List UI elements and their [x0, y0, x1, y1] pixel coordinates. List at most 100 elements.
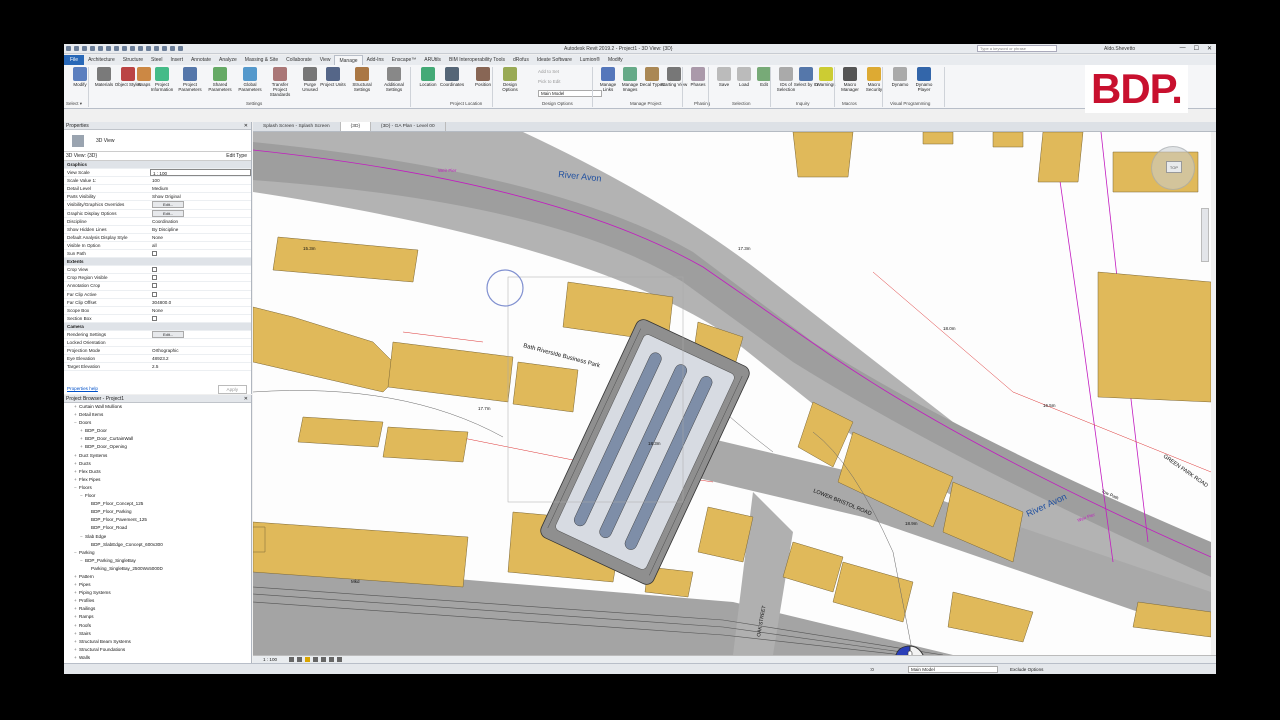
detail-level-icon[interactable] — [289, 657, 294, 662]
property-value[interactable]: 48923.2 — [150, 355, 251, 362]
checkbox[interactable] — [152, 251, 157, 257]
measure-icon[interactable] — [122, 46, 127, 51]
property-value[interactable]: Coordination — [150, 218, 251, 225]
property-value[interactable]: Show Original — [150, 193, 251, 200]
transfer-project-standards-button[interactable]: Transfer Project Standards — [266, 67, 294, 97]
tab-structure[interactable]: Structure — [119, 55, 147, 65]
property-checkbox[interactable] — [150, 266, 251, 273]
browser-tree-item[interactable]: + Profiles — [64, 597, 251, 605]
open-icon[interactable] — [74, 46, 79, 51]
checkbox[interactable] — [152, 283, 157, 289]
property-value[interactable]: Orthographic — [150, 347, 251, 354]
browser-tree-item[interactable]: + BDP_Door_CurtainWall — [64, 435, 251, 443]
close-icon[interactable]: ✕ — [1207, 45, 1212, 52]
ribbon-group-label[interactable]: Select ▾ — [66, 101, 82, 107]
edit-button[interactable]: Edit... — [152, 201, 185, 209]
structural-settings-button[interactable]: Structural Settings — [348, 67, 376, 92]
browser-tree-item[interactable]: + Pipes — [64, 581, 251, 589]
browser-tree-item[interactable]: BDP_SlabEdge_Concept_600x300 — [64, 541, 251, 549]
sun-path-icon[interactable] — [305, 657, 310, 662]
browser-tree-item[interactable]: − Slab Edge — [64, 533, 251, 541]
search-input[interactable]: Type a keyword or phrase — [977, 45, 1057, 52]
tab-collaborate[interactable]: Collaborate — [282, 55, 316, 65]
browser-tree-item[interactable]: + Ducts — [64, 460, 251, 468]
browser-tree-item[interactable]: + Flex Ducts — [64, 468, 251, 476]
property-value[interactable]: 2.5 — [150, 363, 251, 370]
tab-analyze[interactable]: Analyze — [215, 55, 241, 65]
temporary-hide-icon[interactable] — [337, 657, 342, 662]
checkbox[interactable] — [152, 315, 157, 321]
browser-tree-item[interactable]: + Stairs — [64, 630, 251, 638]
browser-tree-item[interactable]: + Structural Foundations — [64, 646, 251, 654]
project-units-button[interactable]: Project Units — [319, 67, 347, 87]
property-checkbox[interactable] — [150, 274, 251, 281]
save-icon[interactable] — [82, 46, 87, 51]
close-icon[interactable]: ✕ — [244, 395, 248, 403]
redo-icon[interactable] — [106, 46, 111, 51]
pick-to-edit-button[interactable]: Pick to Edit — [538, 79, 561, 84]
exclude-options-toggle[interactable]: Exclude Options — [1010, 664, 1043, 674]
tab-insert[interactable]: Insert — [166, 55, 187, 65]
app-menu-icon[interactable] — [66, 46, 71, 51]
workset-selector[interactable]: Main Model — [908, 666, 998, 673]
tab-lumion[interactable]: Lumion® — [576, 55, 604, 65]
properties-help-link[interactable]: Properties help — [67, 384, 98, 394]
property-edit-button[interactable]: Edit... — [150, 201, 251, 209]
property-checkbox[interactable] — [150, 250, 251, 257]
property-checkbox[interactable] — [150, 282, 251, 289]
browser-tree-item[interactable]: + Flex Pipes — [64, 476, 251, 484]
property-value[interactable]: Medium — [150, 185, 251, 192]
property-edit-button[interactable]: Edit... — [150, 209, 251, 217]
edit-button[interactable]: Edit... — [152, 330, 185, 338]
property-category[interactable]: Camera — [64, 322, 251, 331]
checkbox[interactable] — [152, 291, 157, 297]
browser-tree-item[interactable]: Parking_SingleBay_2500Wx5000D — [64, 565, 251, 573]
dynamo-player-button[interactable]: Dynamo Player — [910, 67, 938, 92]
3d-view-icon[interactable] — [146, 46, 151, 51]
browser-tree-item[interactable]: + Pattern — [64, 573, 251, 581]
crop-view-icon[interactable] — [321, 657, 326, 662]
user-name[interactable]: Aldo.Shevetto — [1104, 46, 1135, 52]
section-icon[interactable] — [154, 46, 159, 51]
browser-tree-item[interactable]: BDP_Floor_Road — [64, 524, 251, 532]
additional-settings-button[interactable]: Additional Settings — [380, 67, 408, 92]
macro-security-button[interactable]: Macro Security — [860, 67, 888, 92]
tab-ideate-software[interactable]: Ideate Software — [533, 55, 576, 65]
view-cube-top-face[interactable]: TOP — [1166, 161, 1182, 173]
view-cube[interactable]: TOP — [1151, 146, 1195, 190]
tab-file[interactable]: File — [64, 55, 85, 65]
tab-architecture[interactable]: Architecture — [84, 55, 119, 65]
browser-tree-item[interactable]: − Floor — [64, 492, 251, 500]
property-checkbox[interactable] — [150, 291, 251, 298]
project-parameters-button[interactable]: Project Parameters — [176, 67, 204, 92]
tab-modify[interactable]: Modify — [604, 55, 627, 65]
edit-button[interactable]: Edit... — [152, 209, 185, 217]
print-icon[interactable] — [114, 46, 119, 51]
tab-annotate[interactable]: Annotate — [187, 55, 215, 65]
add-to-set-button[interactable]: Add to Set — [538, 69, 559, 74]
browser-tree-item[interactable]: − Parking — [64, 549, 251, 557]
property-value[interactable]: None — [150, 307, 251, 314]
tab-drofus[interactable]: dRofus — [509, 55, 533, 65]
global-parameters-button[interactable]: Global Parameters — [236, 67, 264, 92]
checkbox[interactable] — [152, 275, 157, 281]
shadows-icon[interactable] — [313, 657, 318, 662]
property-edit-button[interactable]: Edit... — [150, 330, 251, 338]
property-category[interactable]: Graphics — [64, 161, 251, 170]
checkbox[interactable] — [152, 267, 157, 273]
design-options-button[interactable]: Design Options — [496, 67, 524, 92]
view-tab[interactable]: {3D} - GA Plan - Level 00 — [371, 122, 446, 131]
drawing-canvas[interactable]: River Avon River Avon Bath Riverside Bus… — [253, 132, 1211, 655]
view-instance-selector[interactable]: 3D View: {3D} Edit Type — [64, 152, 251, 161]
minimize-icon[interactable]: — — [1180, 45, 1186, 52]
lock-view-icon[interactable] — [329, 657, 334, 662]
browser-tree-item[interactable]: + Roofs — [64, 622, 251, 630]
type-selector[interactable]: 3D View — [64, 130, 251, 152]
shared-parameters-button[interactable]: Shared Parameters — [206, 67, 234, 92]
switch-windows-icon[interactable] — [178, 46, 183, 51]
browser-tree-item[interactable]: BDP_Floor_Concept_125 — [64, 500, 251, 508]
property-value[interactable]: None — [150, 234, 251, 241]
view-tab[interactable]: {3D} — [340, 122, 372, 131]
tab-enscape[interactable]: Enscape™ — [388, 55, 420, 65]
sync-icon[interactable] — [90, 46, 95, 51]
